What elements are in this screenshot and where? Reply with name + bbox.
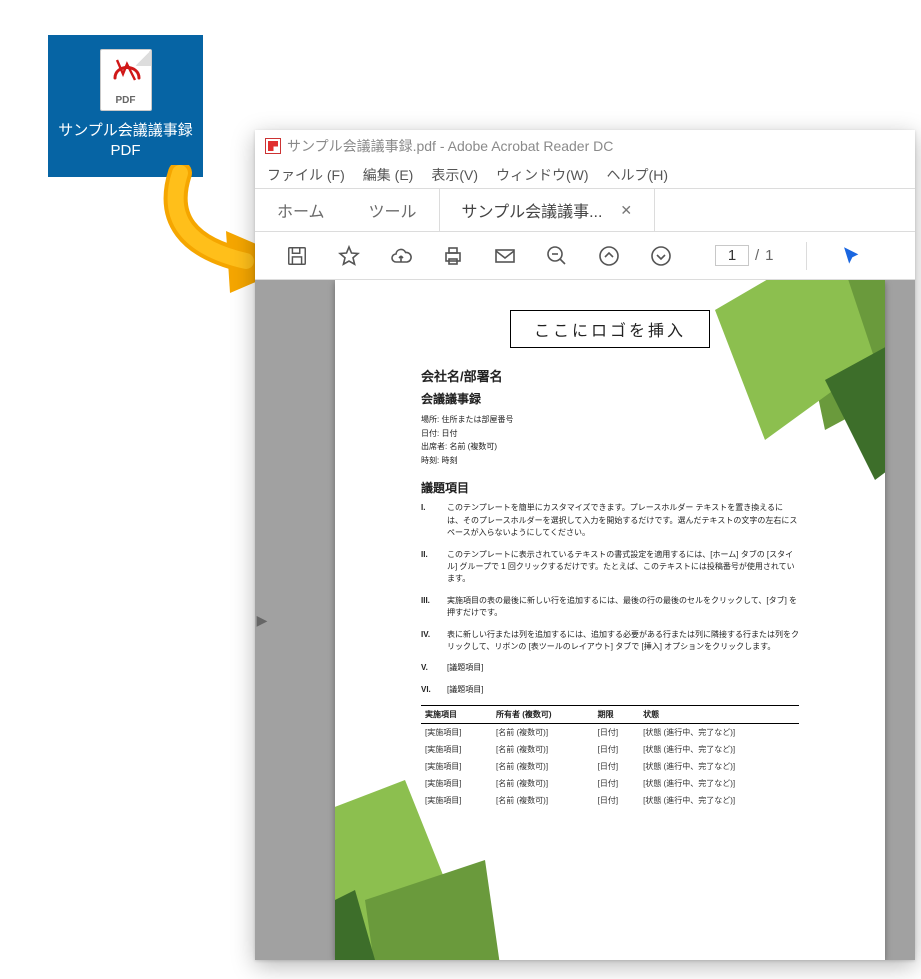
toolbar: 1 / 1 bbox=[255, 232, 915, 280]
page-current-input[interactable]: 1 bbox=[715, 245, 749, 266]
th-status: 状態 bbox=[639, 706, 799, 724]
th-due: 期限 bbox=[594, 706, 639, 724]
document-viewport[interactable]: ▶ ここにロゴを挿入 会社名/部署名 会議議事録 場所: 住所または部屋 bbox=[255, 280, 915, 960]
pdf-file-icon: PDF bbox=[100, 49, 152, 111]
action-table-body: [実施項目][名前 (複数可)][日付][状態 (進行中、完了など)] [実施項… bbox=[421, 724, 799, 810]
tab-home[interactable]: ホーム bbox=[255, 189, 347, 231]
menu-file[interactable]: ファイル (F) bbox=[267, 165, 345, 185]
print-icon[interactable] bbox=[441, 244, 465, 268]
sidebar-expand-icon[interactable]: ▶ bbox=[257, 603, 267, 637]
desktop-pdf-icon[interactable]: PDF サンプル会議議事録 PDF bbox=[48, 35, 203, 177]
tab-document-label: サンプル会議議事... bbox=[462, 198, 603, 222]
acrobat-window: サンプル会議議事録.pdf - Adobe Acrobat Reader DC … bbox=[255, 130, 915, 960]
agenda-item: IV.表に新しい行または列を追加するには、追加する必要がある行または列に隣接する… bbox=[421, 629, 799, 654]
acrobat-app-icon bbox=[265, 138, 281, 154]
window-titlebar[interactable]: サンプル会議議事録.pdf - Adobe Acrobat Reader DC bbox=[255, 130, 915, 162]
meta-time: 時刻: 時刻 bbox=[421, 454, 799, 468]
logo-placeholder: ここにロゴを挿入 bbox=[510, 310, 710, 348]
desktop-icon-label-1: サンプル会議議事録 bbox=[58, 121, 193, 141]
zoom-out-icon[interactable] bbox=[545, 244, 569, 268]
action-table: 実施項目 所有者 (複数可) 期限 状態 [実施項目][名前 (複数可)][日付… bbox=[421, 705, 799, 809]
table-row: [実施項目][名前 (複数可)][日付][状態 (進行中、完了など)] bbox=[421, 775, 799, 792]
pdf-badge-text: PDF bbox=[101, 95, 151, 106]
agenda-item: II.このテンプレートに表示されているテキストの書式設定を適用するには、[ホーム… bbox=[421, 549, 799, 586]
doc-meta: 場所: 住所または部屋番号 日付: 日付 出席者: 名前 (複数可) 時刻: 時… bbox=[421, 413, 799, 467]
company-line: 会社名/部署名 bbox=[421, 366, 799, 385]
page-down-icon[interactable] bbox=[649, 244, 673, 268]
tab-strip: ホーム ツール サンプル会議議事... ✕ bbox=[255, 188, 915, 232]
table-row: [実施項目][名前 (複数可)][日付][状態 (進行中、完了など)] bbox=[421, 792, 799, 809]
menu-window[interactable]: ウィンドウ(W) bbox=[496, 165, 589, 185]
toolbar-divider bbox=[806, 242, 807, 270]
agenda-list: I.このテンプレートを簡単にカスタマイズできます。プレースホルダー テキストを置… bbox=[421, 502, 799, 696]
cursor-tool-icon[interactable] bbox=[839, 244, 863, 268]
agenda-item: VI.[議題項目] bbox=[421, 684, 799, 696]
th-owner: 所有者 (複数可) bbox=[492, 706, 594, 724]
window-title: サンプル会議議事録.pdf - Adobe Acrobat Reader DC bbox=[287, 136, 613, 156]
page-number: 1 / 1 bbox=[715, 245, 774, 266]
agenda-item: III.実施項目の表の最後に新しい行を追加するには、最後の行の最後のセルをクリッ… bbox=[421, 595, 799, 620]
th-item: 実施項目 bbox=[421, 706, 492, 724]
agenda-item: I.このテンプレートを簡単にカスタマイズできます。プレースホルダー テキストを置… bbox=[421, 502, 799, 539]
page-up-icon[interactable] bbox=[597, 244, 621, 268]
table-row: [実施項目][名前 (複数可)][日付][状態 (進行中、完了など)] bbox=[421, 741, 799, 758]
table-row: [実施項目][名前 (複数可)][日付][状態 (進行中、完了など)] bbox=[421, 724, 799, 742]
tab-tools[interactable]: ツール bbox=[347, 189, 439, 231]
close-tab-icon[interactable]: ✕ bbox=[620, 202, 632, 219]
menu-help[interactable]: ヘルプ(H) bbox=[607, 165, 668, 185]
agenda-heading: 議題項目 bbox=[421, 479, 799, 496]
meta-place: 場所: 住所または部屋番号 bbox=[421, 413, 799, 427]
meta-date: 日付: 日付 bbox=[421, 427, 799, 441]
mail-icon[interactable] bbox=[493, 244, 517, 268]
menu-bar: ファイル (F) 編集 (E) 表示(V) ウィンドウ(W) ヘルプ(H) bbox=[255, 162, 915, 188]
star-icon[interactable] bbox=[337, 244, 361, 268]
meta-attendees: 出席者: 名前 (複数可) bbox=[421, 440, 799, 454]
cloud-upload-icon[interactable] bbox=[389, 244, 413, 268]
pdf-page: ここにロゴを挿入 会社名/部署名 会議議事録 場所: 住所または部屋番号 日付:… bbox=[335, 280, 885, 960]
table-row: [実施項目][名前 (複数可)][日付][状態 (進行中、完了など)] bbox=[421, 758, 799, 775]
doc-title: 会議議事録 bbox=[421, 390, 799, 407]
menu-view[interactable]: 表示(V) bbox=[431, 165, 478, 185]
tab-document[interactable]: サンプル会議議事... ✕ bbox=[439, 189, 656, 231]
menu-edit[interactable]: 編集 (E) bbox=[363, 165, 414, 185]
page-total: 1 bbox=[765, 247, 773, 264]
desktop-icon-label-2: PDF bbox=[58, 141, 193, 161]
agenda-item: V.[議題項目] bbox=[421, 662, 799, 674]
save-icon[interactable] bbox=[285, 244, 309, 268]
